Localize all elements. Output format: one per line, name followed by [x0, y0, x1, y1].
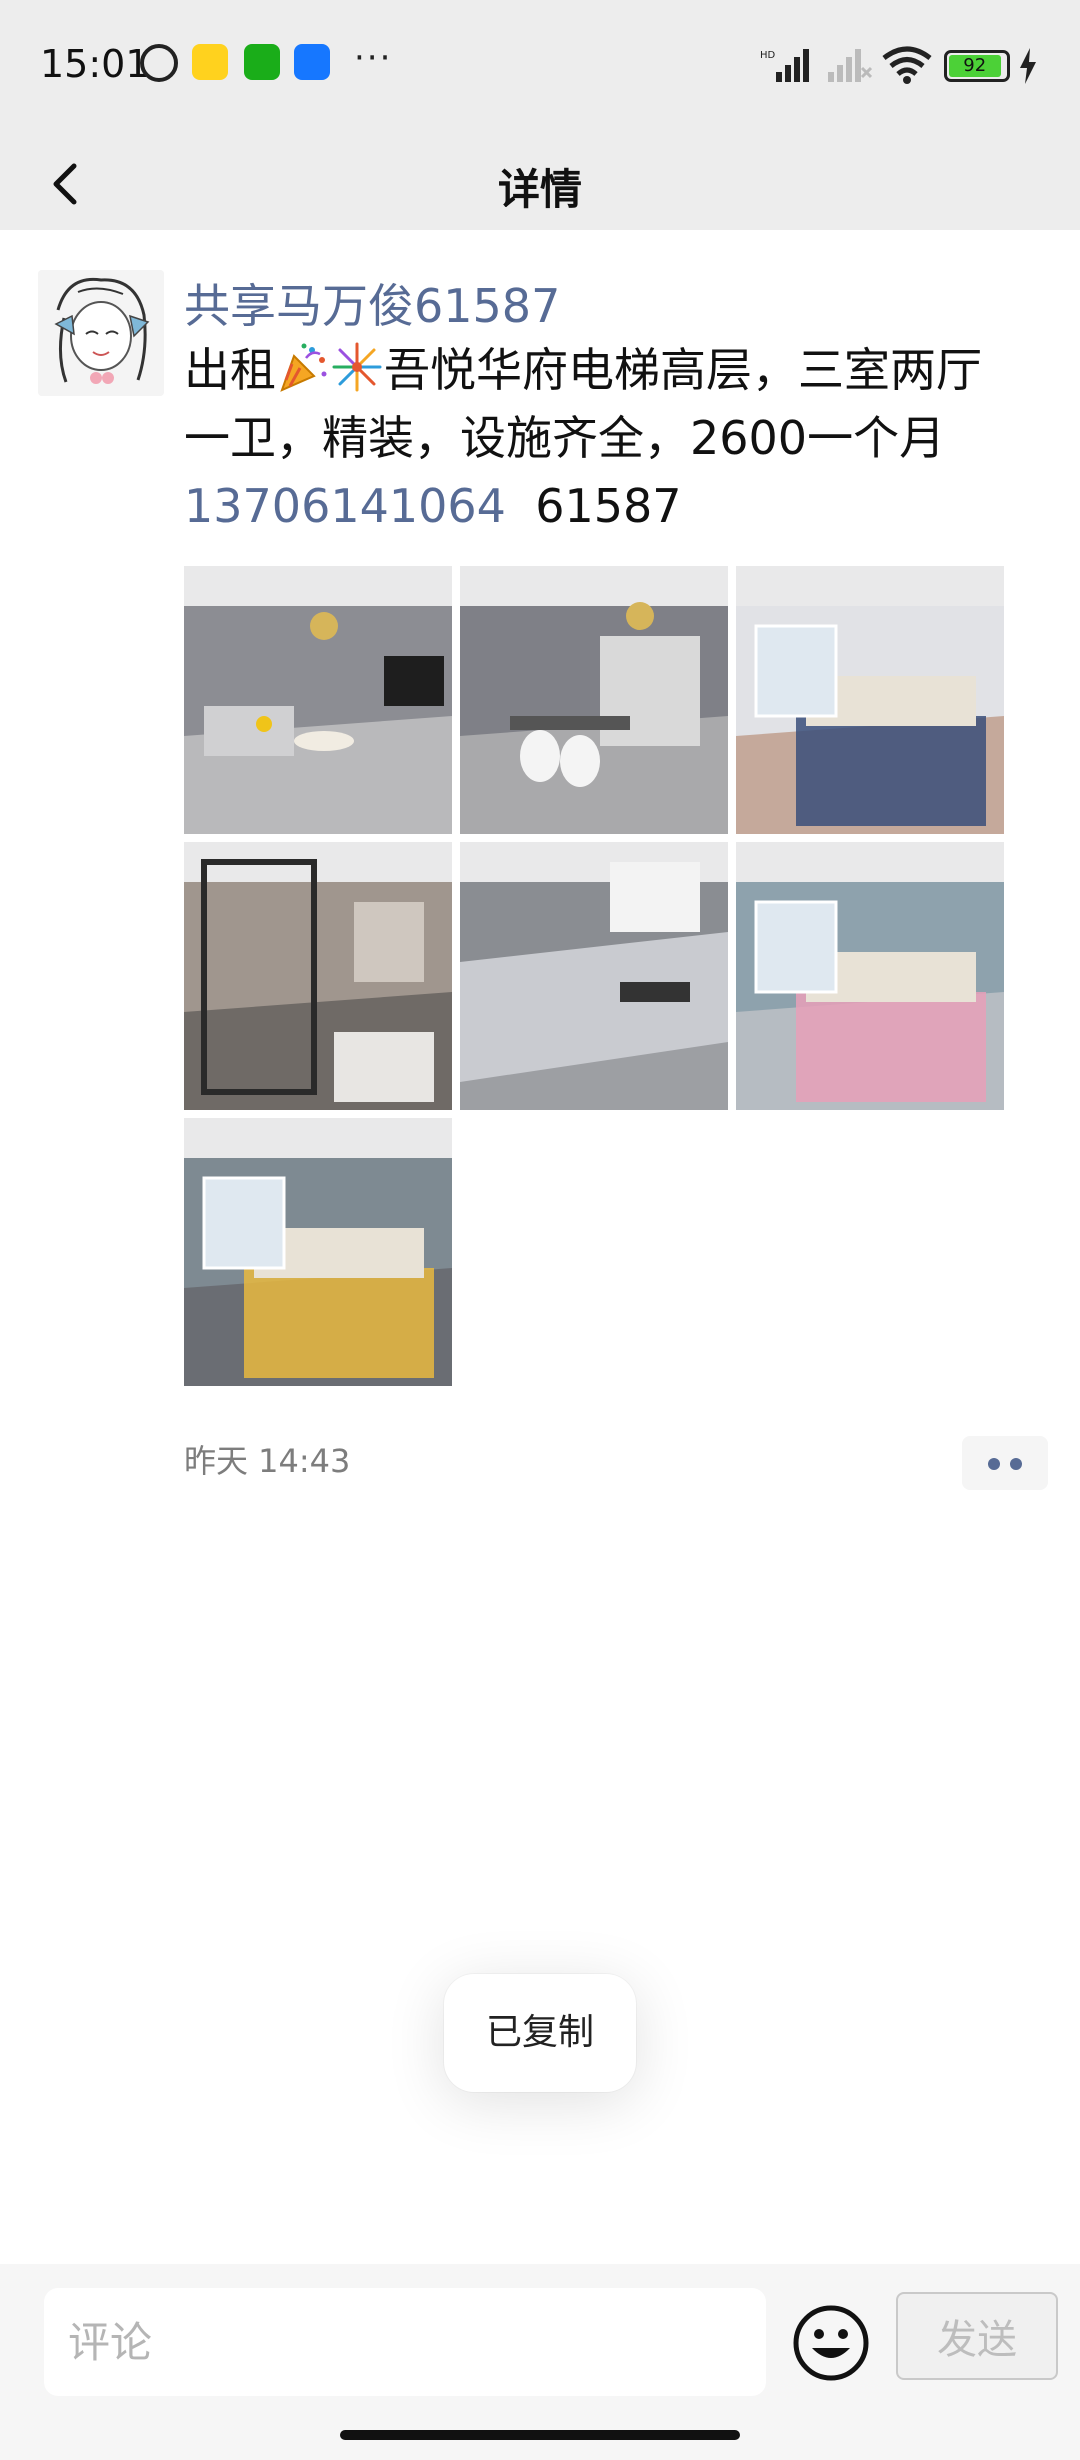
- post-timestamp: 昨天 14:43: [184, 1442, 351, 1480]
- more-dot-icon: [1010, 1458, 1022, 1470]
- photo-thumbnail-living-room[interactable]: [184, 566, 452, 834]
- copied-toast: 已复制: [444, 1974, 636, 2092]
- navigation-header: 详情: [0, 134, 1080, 230]
- battery-icon: 92: [944, 50, 1010, 82]
- home-indicator[interactable]: [340, 2430, 740, 2440]
- more-notifications-icon: ···: [354, 38, 393, 78]
- more-actions-button[interactable]: [962, 1436, 1048, 1490]
- post-text: 出租 吾悦华府电梯高层，三室两厅一卫，精装，设施齐全，2600一个月 13706…: [184, 336, 1014, 540]
- alarm-icon: [140, 44, 178, 82]
- page-title: 详情: [497, 165, 582, 214]
- status-time: 15:01: [40, 42, 150, 86]
- author-name[interactable]: 共享马万俊61587: [184, 270, 560, 336]
- svg-text:HD: HD: [760, 50, 776, 61]
- photo-thumbnail-bedroom-balcony[interactable]: [184, 1118, 452, 1386]
- post-text-suffix: 61587: [535, 479, 682, 533]
- meituan-icon: [192, 44, 228, 80]
- wechat-icon: [244, 44, 280, 80]
- post-text-part1: 出租: [184, 343, 276, 397]
- signal-icon: HD: [760, 49, 809, 82]
- status-bar: 15:01 ··· HD 92: [0, 0, 1080, 134]
- blue-app-icon: [294, 44, 330, 80]
- fireworks-icon: [332, 342, 382, 392]
- wifi-icon: [882, 46, 932, 84]
- charging-icon: [1020, 48, 1036, 84]
- photo-thumbnail-dining-room[interactable]: [460, 566, 728, 834]
- smiley-icon[interactable]: [792, 2304, 870, 2382]
- send-button[interactable]: 发送: [896, 2292, 1058, 2380]
- photo-thumbnail-kitchen[interactable]: [460, 842, 728, 1110]
- battery-level: 92: [949, 55, 1001, 77]
- photo-thumbnail-bedroom-wardrobe[interactable]: [736, 842, 1004, 1110]
- party-popper-icon: [280, 343, 327, 392]
- photo-thumbnail-bathroom[interactable]: [184, 842, 452, 1110]
- photo-thumbnail-bedroom-window[interactable]: [736, 566, 1004, 834]
- more-dot-icon: [988, 1458, 1000, 1470]
- signal-no-service-icon: [828, 49, 872, 82]
- phone-number-link[interactable]: 13706141064: [184, 479, 506, 533]
- avatar-illustration: [38, 270, 164, 396]
- avatar[interactable]: [38, 270, 164, 396]
- comment-input[interactable]: [44, 2288, 766, 2396]
